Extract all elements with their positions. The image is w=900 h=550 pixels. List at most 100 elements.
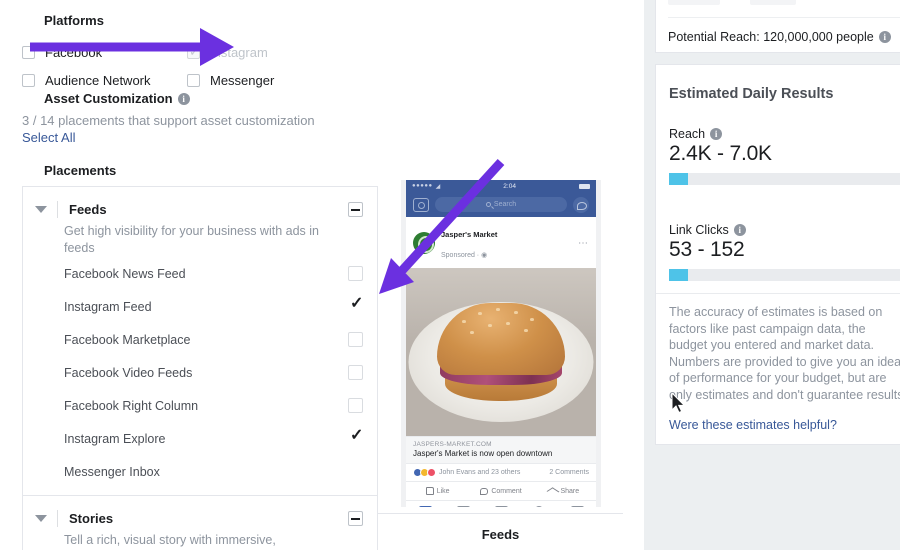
right-sidebar: Potential Reach: 120,000,000 people i Es… (644, 0, 900, 550)
placement-group-header-feeds[interactable]: Feeds (23, 196, 377, 222)
estimates-feedback-link[interactable]: Were these estimates helpful? (669, 418, 837, 432)
hamburger-menu-icon (570, 506, 584, 507)
divider (57, 509, 58, 527)
preview-divider (378, 513, 623, 514)
placements-heading: Placements (44, 163, 117, 178)
platform-label-messenger: Messenger (210, 72, 275, 88)
phone-nav-bar: Search (406, 192, 596, 217)
placement-group-name-feeds: Feeds (69, 201, 107, 217)
comment-button[interactable]: Comment (469, 487, 532, 495)
info-icon[interactable]: i (878, 31, 891, 43)
placement-row-facebook-video-feeds[interactable]: Facebook Video Feeds (23, 356, 377, 389)
metric-link-clicks: Link Clicks i 53 - 152 (669, 223, 900, 281)
info-icon[interactable]: i (733, 224, 746, 236)
placement-group-header-stories[interactable]: Stories (23, 505, 377, 531)
wow-reaction-icon (427, 468, 436, 477)
checkbox-box-audience-network[interactable] (22, 73, 35, 87)
placement-checkbox-facebook-video-feeds[interactable] (348, 365, 363, 380)
placement-checkbox-instagram-feed[interactable]: ✓ (348, 295, 364, 314)
post-author-block: Jasper's Market Sponsored · ◉ (441, 223, 572, 263)
comments-count[interactable]: 2 Comments (549, 469, 589, 476)
tab-notifications[interactable] (520, 506, 558, 507)
metric-bar-reach (669, 173, 900, 185)
placement-row-facebook-news-feed[interactable]: Facebook News Feed (23, 257, 377, 290)
ad-display-url: JASPERS-MARKET.COM (413, 441, 492, 448)
placement-checkbox-facebook-news-feed[interactable] (348, 266, 363, 281)
platform-checkbox-facebook[interactable]: Facebook (22, 45, 187, 60)
tab-menu[interactable] (558, 506, 596, 507)
tab-marketplace[interactable] (482, 506, 520, 507)
ad-headline: Jasper's Market is now open downtown (413, 449, 553, 458)
placement-group-description-stories: Tell a rich, visual story with immersive… (64, 533, 276, 547)
metric-label: Link Clicks (669, 223, 729, 237)
placement-checkbox-facebook-marketplace[interactable] (348, 332, 363, 347)
checkbox-box-facebook[interactable] (22, 45, 35, 59)
asset-customization-heading: Asset Customization i (44, 91, 190, 106)
messenger-icon[interactable] (573, 196, 589, 213)
signal-dots-icon: ●●●●● (412, 183, 433, 189)
asset-customization-label: Asset Customization (44, 91, 173, 106)
placement-label: Instagram Feed (64, 299, 152, 314)
placement-row-facebook-right-column[interactable]: Facebook Right Column (23, 389, 377, 422)
share-button[interactable]: Share (533, 486, 596, 496)
metric-value: 53 - 152 (669, 238, 745, 261)
select-all-link[interactable]: Select All (22, 130, 75, 145)
divider (57, 200, 58, 218)
group-toggle-minus-checkbox-feeds[interactable] (348, 201, 363, 217)
social-proof-text: John Evans and 23 others (439, 469, 521, 476)
placements-list-box: Feeds Get high visibility for your busin… (22, 186, 378, 550)
comment-label: Comment (491, 487, 522, 495)
ad-link-block[interactable]: JASPERS-MARKET.COM Jasper's Market is no… (406, 436, 596, 463)
placement-row-messenger-inbox[interactable]: Messenger Inbox (23, 455, 377, 488)
group-separator (23, 495, 377, 496)
platform-checkbox-instagram[interactable]: ✓ Instagram (187, 45, 352, 60)
preview-caption: Feeds (481, 527, 520, 542)
share-arrow-icon (547, 486, 560, 496)
placement-row-facebook-marketplace[interactable]: Facebook Marketplace (23, 323, 377, 356)
audience-summary-card: Potential Reach: 120,000,000 people i (655, 0, 900, 53)
comment-bubble-icon (480, 487, 489, 495)
like-button[interactable]: Like (406, 487, 469, 495)
info-icon[interactable]: i (710, 128, 723, 140)
like-label: Like (436, 487, 450, 495)
platform-checkbox-audience-network[interactable]: Audience Network (22, 73, 187, 88)
status-bar-time: 2:04 (503, 182, 516, 190)
info-icon[interactable]: i (177, 92, 190, 105)
placement-label: Facebook Video Feeds (64, 365, 193, 380)
post-header: Jasper's Market Sponsored · ◉ ⋯ (406, 217, 596, 268)
post-more-options-icon[interactable]: ⋯ (578, 238, 589, 249)
placement-group-description-feeds: Get high visibility for your business wi… (64, 224, 319, 255)
caret-down-icon[interactable] (35, 205, 47, 213)
potential-reach-row: Potential Reach: 120,000,000 people i (668, 30, 891, 44)
bell-icon (534, 506, 544, 507)
phone-search-field[interactable]: Search (435, 197, 567, 212)
asset-customization-subtitle: 3 / 14 placements that support asset cus… (22, 113, 315, 128)
placement-label: Instagram Explore (64, 431, 166, 446)
phone-status-bar: ●●●●● ◢ 2:04 (406, 180, 596, 192)
platforms-heading: Platforms (44, 13, 104, 28)
phone-mockup: ●●●●● ◢ 2:04 Search Jasper's Market Spon… (401, 180, 601, 507)
placement-row-instagram-explore[interactable]: Instagram Explore ✓ (23, 422, 377, 455)
checkbox-box-messenger[interactable] (187, 73, 200, 87)
search-placeholder-text: Search (493, 201, 517, 208)
group-toggle-minus-checkbox-stories[interactable] (348, 510, 363, 526)
placement-row-instagram-feed[interactable]: Instagram Feed ✓ (23, 290, 377, 323)
placement-checkbox-instagram-explore[interactable]: ✓ (348, 428, 363, 446)
placement-checkbox-facebook-right-column[interactable] (348, 398, 363, 413)
avatar (413, 232, 435, 254)
check-mark-icon: ✓ (350, 295, 364, 312)
ad-preview-panel: ●●●●● ◢ 2:04 Search Jasper's Market Spon… (378, 180, 623, 550)
platform-label-audience-network: Audience Network (45, 72, 151, 88)
platform-label-instagram: Instagram (210, 44, 268, 60)
tab-watch[interactable] (444, 506, 482, 507)
platform-checkbox-messenger[interactable]: Messenger (187, 73, 352, 88)
tab-news-feed[interactable] (406, 506, 444, 507)
caret-down-icon[interactable] (35, 514, 47, 522)
phone-bottom-tab-bar (406, 500, 596, 507)
post-social-proof: John Evans and 23 others 2 Comments (406, 463, 596, 481)
screen: Platforms Facebook ✓ Instagram Audience … (0, 0, 900, 550)
camera-icon[interactable] (413, 197, 429, 212)
checkbox-box-instagram[interactable]: ✓ (187, 45, 200, 59)
share-label: Share (560, 487, 580, 495)
placement-label: Facebook News Feed (64, 266, 186, 281)
